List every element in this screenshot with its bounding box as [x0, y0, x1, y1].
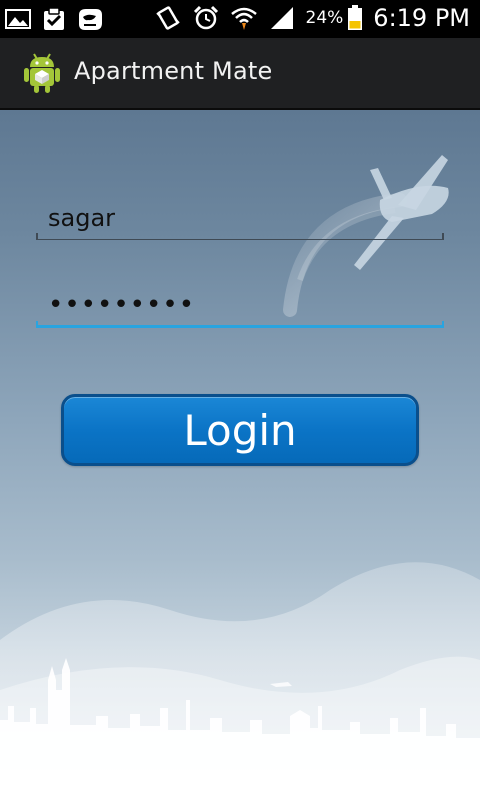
clipboard-check-icon — [40, 5, 68, 33]
status-bar: 24% 6:19 PM — [0, 0, 480, 38]
username-value[interactable]: sagar — [48, 204, 115, 232]
picture-icon — [4, 5, 32, 33]
login-content: sagar ••••••••• Login — [0, 110, 480, 800]
battery-icon — [347, 4, 363, 32]
vibrate-icon — [154, 4, 182, 32]
login-button[interactable]: Login — [61, 394, 419, 466]
signal-icon — [268, 4, 296, 32]
password-underline — [36, 321, 444, 328]
app-title: Apartment Mate — [74, 57, 273, 85]
system-icons: 24% 6:19 PM — [154, 4, 470, 32]
battery-percent: 24% — [305, 8, 344, 28]
username-field[interactable]: sagar — [36, 196, 444, 240]
notification-icons — [4, 5, 104, 33]
alarm-icon — [192, 4, 220, 32]
screen: 24% 6:19 PM Apartment Mate sagar •••••••… — [0, 0, 480, 800]
wifi-icon — [230, 4, 258, 32]
password-field[interactable]: ••••••••• — [36, 284, 444, 328]
voicemail-icon — [76, 5, 104, 33]
clock: 6:19 PM — [373, 4, 470, 32]
android-icon — [22, 52, 62, 94]
action-bar: Apartment Mate — [0, 38, 480, 110]
password-value[interactable]: ••••••••• — [48, 290, 195, 320]
username-underline — [36, 233, 444, 240]
